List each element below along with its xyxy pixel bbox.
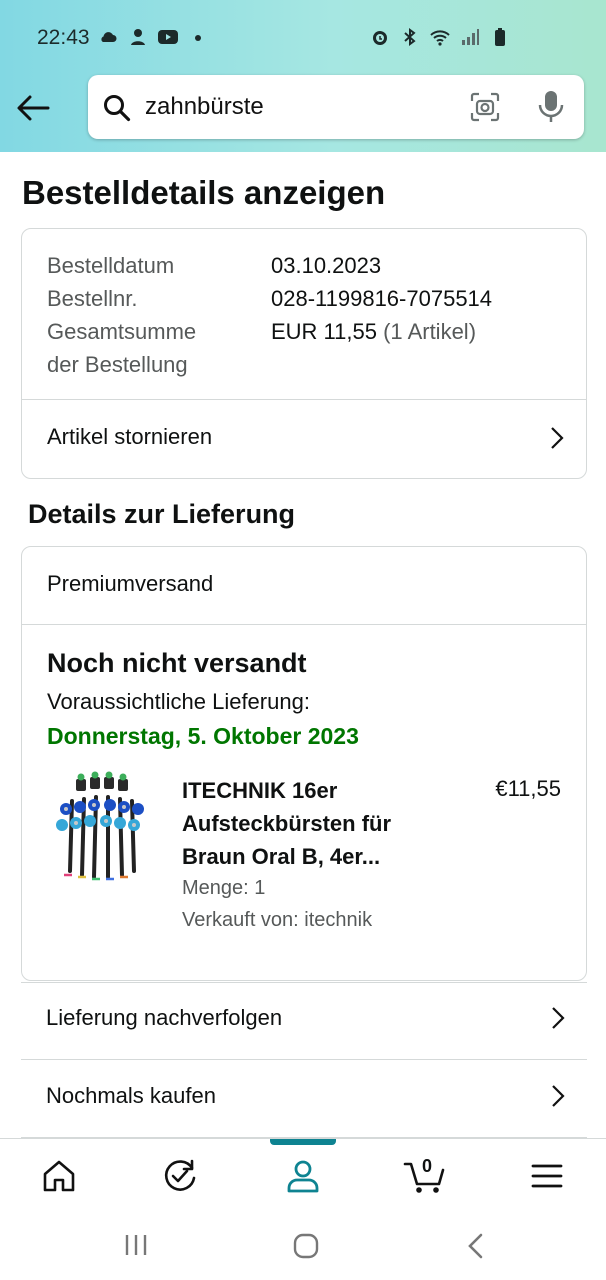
home-icon[interactable] [39,1156,79,1196]
recent-apps-icon[interactable] [124,1234,148,1256]
status-left-icons [98,27,208,47]
bottom-navigation [0,1138,606,1210]
buy-again-label: Nochmals kaufen [46,1083,216,1108]
status-time: 22:43 [37,26,90,49]
active-tab-indicator [270,1139,336,1145]
product-seller: Verkauft von: itechnik [182,909,373,931]
chevron-right-icon [552,1085,565,1107]
delivery-section-title: Details zur Lieferung [28,499,296,529]
track-delivery-row[interactable]: Lieferung nachverfolgen [21,980,587,1058]
top-header: 22:43 zahnbürste [0,0,606,152]
menu-icon[interactable] [527,1156,567,1196]
order-item-count: (1 Artikel) [383,319,477,344]
order-number-value: 028-1199816-7075514 [271,286,493,311]
cancel-items-row[interactable]: Artikel stornieren [22,400,586,479]
shipping-method: Premiumversand [47,571,214,596]
bluetooth-icon [404,28,416,46]
buy-again-row[interactable]: Nochmals kaufen [21,1058,587,1136]
camera-scan-icon[interactable] [470,92,500,122]
eta-label: Voraussichtliche Lieferung: [47,689,310,714]
signal-icon [462,29,479,45]
account-icon[interactable] [283,1156,323,1196]
product-image[interactable] [52,771,152,883]
divider [22,624,586,625]
page-title: Bestelldetails anzeigen [22,174,386,211]
search-input[interactable]: zahnbürste [145,93,264,121]
order-total-label-line2: der Bestellung [47,352,188,377]
order-total-amount: EUR 11,55 [271,319,377,344]
chevron-right-icon [552,1007,565,1029]
order-total-label-line1: Gesamtsumme [47,319,197,344]
battery-icon [495,28,505,46]
system-back-icon[interactable] [466,1232,486,1260]
back-arrow-icon[interactable] [14,90,52,126]
system-navigation-bar [0,1210,606,1280]
product-title[interactable]: ITECHNIK 16er Aufsteckbürsten für Braun … [182,774,432,873]
status-bar: 22:43 [0,0,606,76]
status-right-icons [370,27,510,47]
order-date-label: Bestelldatum [47,253,175,278]
cloud-icon [101,32,117,42]
search-icon [104,95,131,122]
microphone-icon[interactable] [536,90,566,124]
youtube-icon [158,30,178,44]
delivery-card: Premiumversand Noch nicht versandt Vorau… [21,546,587,981]
track-delivery-label: Lieferung nachverfolgen [46,1005,283,1030]
order-total-value: EUR 11,55 (1 Artikel) [271,319,476,345]
order-summary-card: Bestelldatum 03.10.2023 Bestellnr. 028-1… [21,228,587,479]
incognito-icon [131,29,145,45]
order-date-value: 03.10.2023 [271,253,382,278]
cancel-items-label: Artikel stornieren [47,424,213,449]
home-button-icon[interactable] [292,1232,320,1260]
product-price: €11,55 [495,776,561,801]
orders-icon[interactable] [160,1156,200,1196]
eta-date: Donnerstag, 5. Oktober 2023 [47,723,359,749]
product-quantity: Menge: 1 [182,877,266,899]
shipment-status: Noch nicht versandt [47,648,307,678]
chevron-right-icon [551,427,564,449]
wifi-icon [430,30,450,46]
dot-icon [195,35,201,41]
alarm-icon [373,31,387,45]
cart-count-badge: 0 [422,1156,433,1176]
search-bar[interactable]: zahnbürste [88,75,584,139]
order-number-label: Bestellnr. [47,286,138,311]
